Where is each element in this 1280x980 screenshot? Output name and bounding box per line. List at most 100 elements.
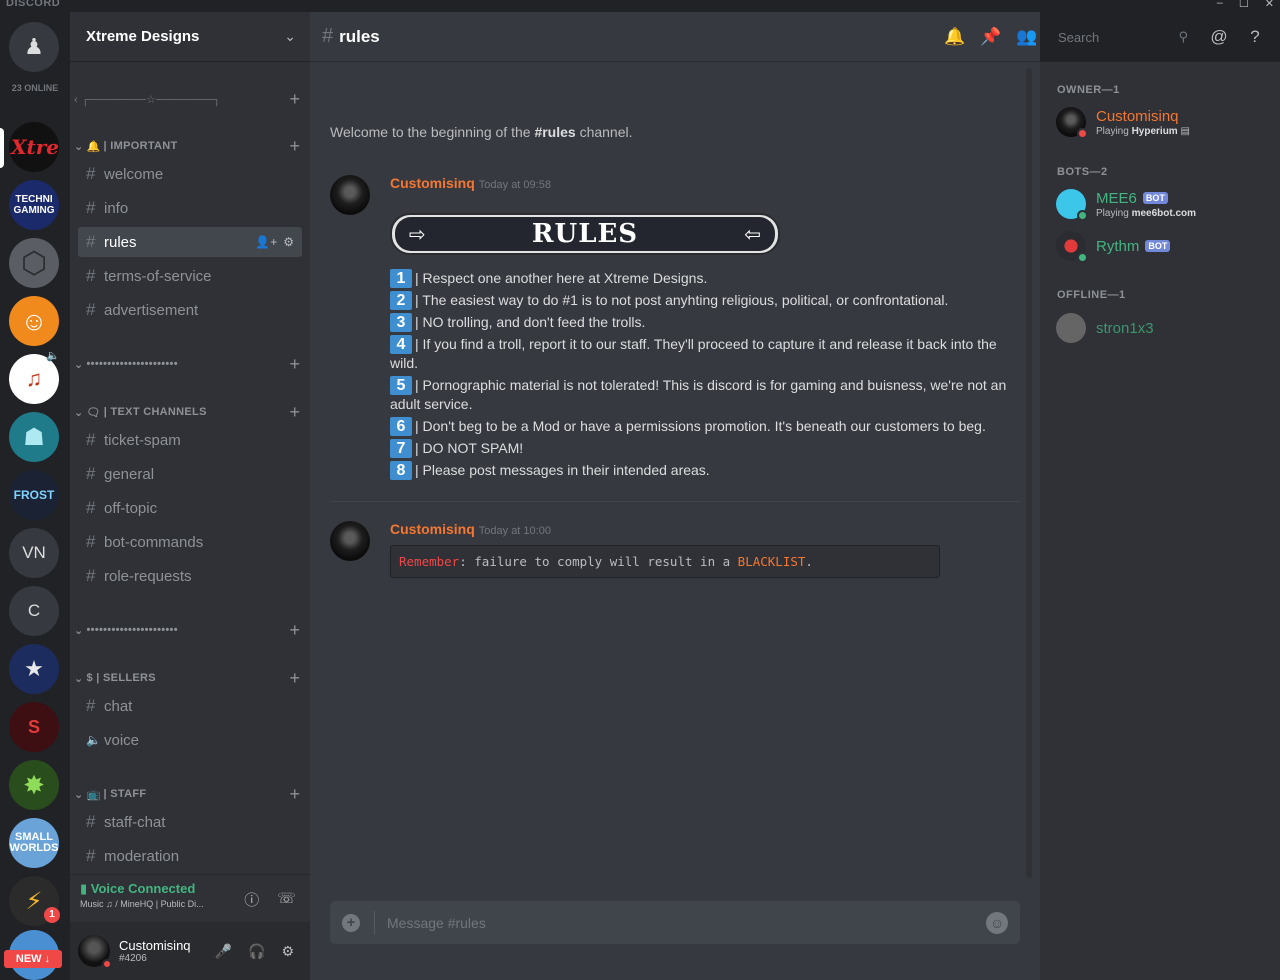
welcome-channel: #rules <box>534 124 576 140</box>
locked-hash-icon: # <box>86 846 96 865</box>
channel-staff-chat[interactable]: # staff-chat <box>78 807 302 837</box>
add-channel-icon[interactable]: + <box>289 403 300 421</box>
member-item[interactable]: Customisinq Playing Hyperium ▤ <box>1056 102 1266 142</box>
message-input[interactable] <box>387 914 986 931</box>
chevron-icon: ⌄ <box>74 788 84 801</box>
add-channel-icon[interactable]: + <box>289 137 300 155</box>
server-nsa-icon[interactable]: ★ <box>9 644 59 694</box>
bot-tag: BOT <box>1142 192 1168 204</box>
server-small-worlds-icon[interactable]: SMALL WORLDS <box>9 818 59 868</box>
disconnect-icon[interactable]: ☏ <box>277 889 296 910</box>
server-cube-icon[interactable]: ⬡ <box>9 238 59 288</box>
category-staff[interactable]: ⌄ 📺 | STAFF + <box>74 785 300 803</box>
headphones-icon[interactable]: 🎧 <box>248 943 265 960</box>
avatar[interactable] <box>330 175 370 215</box>
new-unreads-button[interactable]: NEW ↓ <box>4 950 62 968</box>
info-icon[interactable]: ⓘ <box>244 889 259 910</box>
category-decorative-1[interactable]: ‹ ┌───────☆───────┐ + <box>74 90 300 108</box>
user-tag: #4206 <box>119 953 147 964</box>
number-badge: 5 <box>390 376 412 395</box>
server-c-icon[interactable]: C <box>9 586 59 636</box>
server-vn-icon[interactable]: VN <box>9 528 59 578</box>
channel-sidebar: Xtreme Designs ⌄ ‹ ┌───────☆───────┐ + ⌄… <box>70 12 310 980</box>
category-label: ‹ ┌───────☆───────┐ <box>74 93 221 106</box>
category-text-channels[interactable]: ⌄ 🗨 | TEXT CHANNELS + <box>74 403 300 421</box>
add-channel-icon[interactable]: + <box>289 669 300 687</box>
server-frost-icon[interactable]: FROST <box>9 470 59 520</box>
pin-icon[interactable]: 📌 <box>980 27 1002 47</box>
server-techni-gaming-icon[interactable]: TECHNI GAMING <box>9 180 59 230</box>
channel-name: role-requests <box>104 567 192 585</box>
avatar[interactable] <box>78 935 112 969</box>
guild-name: Xtreme Designs <box>86 28 200 45</box>
channel-voice[interactable]: 🔈 voice <box>78 725 302 755</box>
member-item[interactable]: stron1x3 <box>1056 308 1266 348</box>
voice-status[interactable]: Voice Connected <box>91 881 196 896</box>
channel-welcome[interactable]: # welcome <box>78 159 302 189</box>
category-sellers[interactable]: ⌄ $ | SELLERS + <box>74 669 300 687</box>
gear-icon[interactable]: ⚙ <box>283 235 294 249</box>
channel-advertisement[interactable]: # advertisement <box>78 295 302 325</box>
channel-name: staff-chat <box>104 813 166 831</box>
channel-rules[interactable]: # rules 👤+ ⚙ <box>78 227 302 257</box>
channel-general[interactable]: # general <box>78 459 302 489</box>
rule-text: | DO NOT SPAM! <box>415 440 524 456</box>
rules-banner-image[interactable]: ⇨ RULES ⇦ <box>390 213 780 255</box>
server-glasses-avatar-icon[interactable]: ☺ <box>9 296 59 346</box>
channel-info[interactable]: # info <box>78 193 302 223</box>
notification-badge: 1 <box>44 907 60 923</box>
channel-name: welcome <box>104 165 164 183</box>
bell-icon[interactable]: 🔔 <box>944 27 966 47</box>
add-channel-icon[interactable]: + <box>289 785 300 803</box>
status-dot <box>102 959 112 969</box>
hash-icon: # <box>86 498 96 517</box>
channel-ticket-spam[interactable]: # ticket-spam <box>78 425 302 455</box>
add-channel-icon[interactable]: + <box>289 90 300 108</box>
add-channel-icon[interactable]: + <box>289 355 300 373</box>
member-item[interactable]: MEE6 BOT Playing mee6bot.com <box>1056 184 1266 224</box>
emoji-icon[interactable]: ☺ <box>986 911 1008 934</box>
server-xtreme-designs-icon[interactable]: Xtrem <box>9 122 59 172</box>
message-author[interactable]: Customisinq <box>390 521 475 537</box>
minimize-button[interactable]: – <box>1217 0 1223 10</box>
friends-home-icon[interactable]: ♟ <box>9 22 59 72</box>
number-badge: 8 <box>390 461 412 480</box>
category-decorative-2[interactable]: ⌄ •••••••••••••••••••••• + <box>74 355 300 373</box>
guild-header[interactable]: Xtreme Designs ⌄ <box>70 12 310 62</box>
server-supreme-gaming-icon[interactable]: S <box>9 702 59 752</box>
mentions-icon[interactable]: @ <box>1208 27 1230 47</box>
mute-mic-icon[interactable]: 🎤 <box>215 943 232 960</box>
avatar[interactable] <box>330 521 370 561</box>
discord-brand: DISCORD <box>6 0 61 9</box>
member-item[interactable]: Rythm BOT <box>1056 226 1266 266</box>
channel-name: moderation <box>104 847 180 865</box>
maximize-button[interactable]: ☐ <box>1239 0 1249 10</box>
channel-bot-commands[interactable]: # bot-commands <box>78 527 302 557</box>
channel-terms-of-service[interactable]: # terms-of-service <box>78 261 302 291</box>
add-channel-icon[interactable]: + <box>289 621 300 639</box>
welcome-suffix: channel. <box>575 124 633 140</box>
search-icon[interactable]: ⚲ <box>1178 29 1188 45</box>
invite-icon[interactable]: 👤+ <box>255 235 277 249</box>
channel-off-topic[interactable]: # off-topic <box>78 493 302 523</box>
gear-icon[interactable]: ⚙ <box>281 943 294 960</box>
members-icon[interactable]: 👥 <box>1016 27 1038 47</box>
chevron-icon: ⌄ <box>74 672 84 685</box>
member-name: stron1x3 <box>1096 319 1154 337</box>
search-input[interactable] <box>1058 29 1179 45</box>
help-icon[interactable]: ? <box>1244 27 1266 47</box>
upload-plus-icon[interactable]: + <box>342 913 360 932</box>
server-robot-icon[interactable]: ☗ <box>9 412 59 462</box>
category-decorative-3[interactable]: ⌄ •••••••••••••••••••••• + <box>74 621 300 639</box>
rules-banner-text: RULES <box>531 219 639 249</box>
channel-chat[interactable]: # chat <box>78 691 302 721</box>
close-button[interactable]: ✕ <box>1265 0 1274 10</box>
server-green-emblem-icon[interactable]: ✸ <box>9 760 59 810</box>
scrollbar[interactable] <box>1026 68 1032 878</box>
hash-icon: # <box>86 566 96 585</box>
category-important[interactable]: ⌄ 🔔 | IMPORTANT + <box>74 137 300 155</box>
hash-icon: # <box>86 430 96 449</box>
channel-role-requests[interactable]: # role-requests <box>78 561 302 591</box>
channel-moderation[interactable]: # moderation <box>78 841 302 871</box>
message-author[interactable]: Customisinq <box>390 175 475 191</box>
